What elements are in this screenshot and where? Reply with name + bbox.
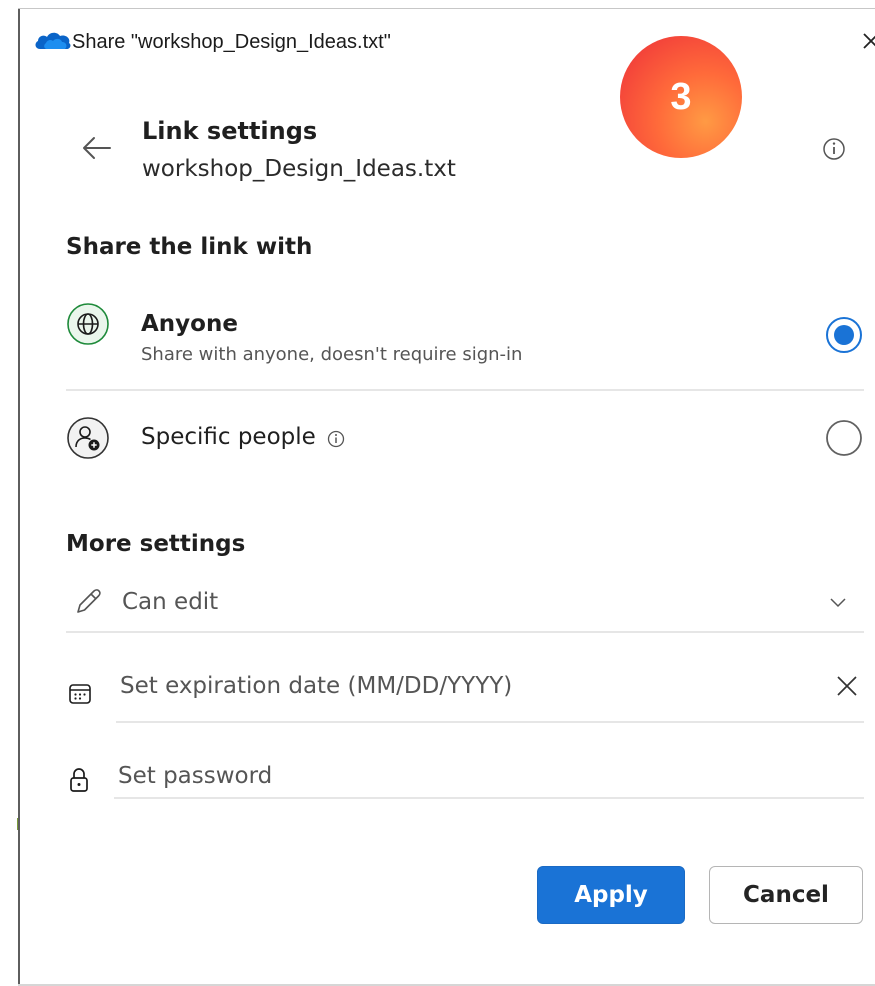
apply-button[interactable]: Apply [537,866,685,924]
step-number-badge: 3 [620,36,742,158]
desktop-background [0,0,18,986]
title-bar: Share "workshop_Design_Ideas.txt" [20,9,875,69]
back-arrow-icon[interactable] [78,130,114,166]
share-section-heading: Share the link with [66,234,313,260]
lock-icon [70,768,88,792]
divider [66,389,864,391]
option-anyone-subtitle: Share with anyone, doesn't require sign-… [141,344,523,365]
radio-specific-people[interactable] [825,419,863,457]
calendar-icon [69,684,91,704]
globe-icon [67,303,109,345]
radio-anyone-selected[interactable] [825,316,863,354]
permission-label: Can edit [122,589,219,615]
cancel-button[interactable]: Cancel [709,866,863,924]
info-icon[interactable] [325,428,347,450]
more-settings-heading: More settings [66,531,246,557]
expiration-date-placeholder: Set expiration date (MM/DD/YYYY) [120,673,513,699]
option-anyone-title: Anyone [141,311,238,337]
file-name-subtitle: workshop_Design_Ideas.txt [142,156,456,182]
option-specific-people-title: Specific people [141,424,316,450]
input-underline [114,797,864,799]
people-icon [67,417,109,459]
chevron-down-icon [830,598,846,608]
input-underline [116,721,864,723]
password-placeholder: Set password [118,763,273,789]
onedrive-cloud-icon [35,32,71,49]
close-window-icon[interactable] [862,25,875,55]
pencil-icon [77,589,101,613]
divider [66,631,864,633]
window-title: Share "workshop_Design_Ideas.txt" [72,31,391,53]
clear-icon[interactable] [834,673,860,699]
info-icon[interactable] [820,135,848,163]
window-border [18,8,20,986]
share-dialog-window: Share "workshop_Design_Ideas.txt" 3 Link… [0,0,875,986]
page-title: Link settings [142,117,318,145]
